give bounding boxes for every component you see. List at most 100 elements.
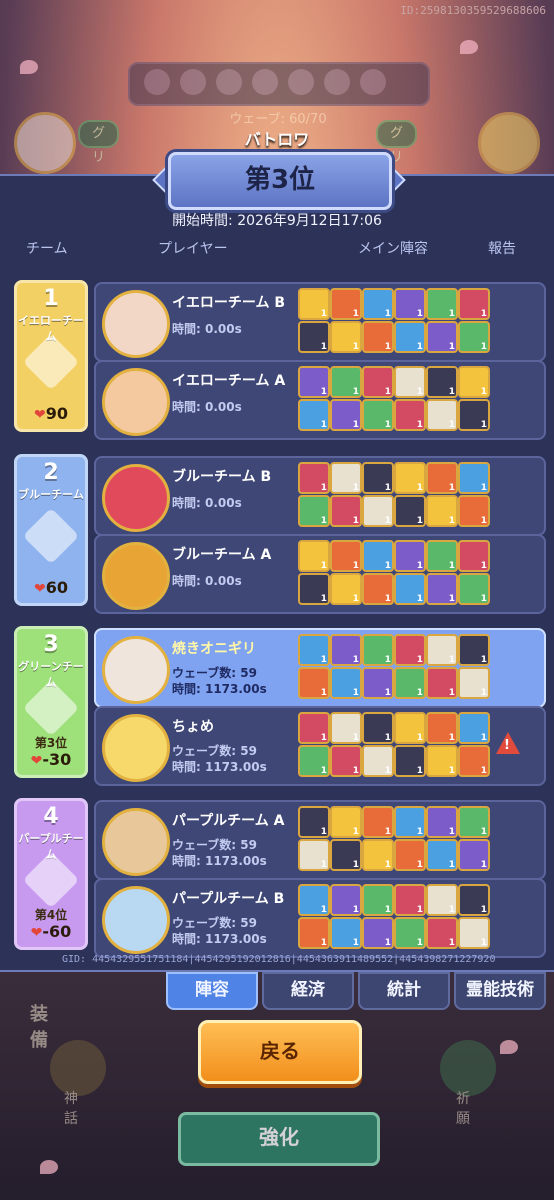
unit-icon[interactable]: 1 [426, 288, 458, 320]
unit-icon[interactable]: 1 [394, 806, 426, 838]
unit-icon[interactable]: 1 [362, 667, 394, 699]
tab-stats[interactable]: 統計 [358, 972, 450, 1010]
unit-icon[interactable]: 1 [426, 806, 458, 838]
unit-icon[interactable]: 1 [362, 288, 394, 320]
unit-icon[interactable]: 1 [298, 288, 330, 320]
unit-icon[interactable]: 1 [362, 366, 394, 398]
unit-icon[interactable]: 1 [362, 839, 394, 871]
unit-icon[interactable]: 1 [330, 288, 362, 320]
unit-icon[interactable]: 1 [298, 745, 330, 777]
unit-icon[interactable]: 1 [394, 321, 426, 353]
unit-icon[interactable]: 1 [394, 462, 426, 494]
unit-icon[interactable]: 1 [458, 839, 490, 871]
unit-icon[interactable]: 1 [458, 806, 490, 838]
unit-icon[interactable]: 1 [298, 540, 330, 572]
player-row[interactable]: ブルーチーム A 時間: 0.00s 1 1 1 1 1 1 1 1 1 1 1 1 [94, 534, 546, 614]
unit-icon[interactable]: 1 [394, 366, 426, 398]
unit-icon[interactable]: 1 [298, 399, 330, 431]
unit-icon[interactable]: 1 [426, 540, 458, 572]
tab-psychic-tech[interactable]: 霊能技術 [454, 972, 546, 1010]
unit-icon[interactable]: 1 [458, 495, 490, 527]
player-row[interactable]: 焼きオニギリ ウェーブ数: 59 時間: 1173.00s 1 1 1 1 1 1 1 1 1 1 1 1 [94, 628, 546, 708]
unit-icon[interactable]: 1 [298, 321, 330, 353]
unit-icon[interactable]: 1 [362, 540, 394, 572]
unit-icon[interactable]: 1 [298, 806, 330, 838]
unit-icon[interactable]: 1 [394, 288, 426, 320]
unit-icon[interactable]: 1 [298, 917, 330, 949]
tab-economy[interactable]: 経済 [262, 972, 354, 1010]
player-row[interactable]: ちょめ ウェーブ数: 59 時間: 1173.00s 1 1 1 1 1 1 1 1 1 1 1 1! [94, 706, 546, 786]
unit-icon[interactable]: 1 [362, 806, 394, 838]
tab-lineup[interactable]: 陣容 [166, 972, 258, 1010]
back-button[interactable]: 戻る [198, 1020, 362, 1084]
unit-icon[interactable]: 1 [394, 573, 426, 605]
unit-icon[interactable]: 1 [298, 634, 330, 666]
unit-icon[interactable]: 1 [330, 495, 362, 527]
unit-icon[interactable]: 1 [458, 366, 490, 398]
unit-icon[interactable]: 1 [394, 399, 426, 431]
unit-icon[interactable]: 1 [362, 745, 394, 777]
unit-icon[interactable]: 1 [458, 917, 490, 949]
unit-icon[interactable]: 1 [426, 399, 458, 431]
unit-icon[interactable]: 1 [362, 884, 394, 916]
unit-icon[interactable]: 1 [330, 462, 362, 494]
unit-icon[interactable]: 1 [426, 712, 458, 744]
unit-icon[interactable]: 1 [330, 839, 362, 871]
unit-icon[interactable]: 1 [426, 366, 458, 398]
unit-icon[interactable]: 1 [330, 884, 362, 916]
unit-icon[interactable]: 1 [330, 917, 362, 949]
unit-icon[interactable]: 1 [330, 667, 362, 699]
unit-icon[interactable]: 1 [362, 321, 394, 353]
unit-icon[interactable]: 1 [330, 806, 362, 838]
unit-icon[interactable]: 1 [426, 321, 458, 353]
unit-icon[interactable]: 1 [330, 573, 362, 605]
unit-icon[interactable]: 1 [458, 884, 490, 916]
player-row[interactable]: イエローチーム B 時間: 0.00s 1 1 1 1 1 1 1 1 1 1 1 1 [94, 282, 546, 362]
unit-icon[interactable]: 1 [330, 634, 362, 666]
unit-icon[interactable]: 1 [426, 884, 458, 916]
unit-icon[interactable]: 1 [330, 399, 362, 431]
unit-icon[interactable]: 1 [298, 712, 330, 744]
unit-icon[interactable]: 1 [298, 839, 330, 871]
unit-icon[interactable]: 1 [426, 839, 458, 871]
unit-icon[interactable]: 1 [426, 495, 458, 527]
player-row[interactable]: パープルチーム B ウェーブ数: 59 時間: 1173.00s 1 1 1 1 1 1 1 1 1 1… [94, 878, 546, 958]
unit-icon[interactable]: 1 [362, 573, 394, 605]
unit-icon[interactable]: 1 [394, 712, 426, 744]
unit-icon[interactable]: 1 [426, 462, 458, 494]
unit-icon[interactable]: 1 [426, 573, 458, 605]
unit-icon[interactable]: 1 [394, 634, 426, 666]
unit-icon[interactable]: 1 [458, 288, 490, 320]
unit-icon[interactable]: 1 [298, 495, 330, 527]
unit-icon[interactable]: 1 [394, 745, 426, 777]
unit-icon[interactable]: 1 [426, 745, 458, 777]
unit-icon[interactable]: 1 [298, 667, 330, 699]
unit-icon[interactable]: 1 [458, 540, 490, 572]
unit-icon[interactable]: 1 [458, 667, 490, 699]
unit-icon[interactable]: 1 [362, 462, 394, 494]
unit-icon[interactable]: 1 [458, 321, 490, 353]
unit-icon[interactable]: 1 [298, 462, 330, 494]
unit-icon[interactable]: 1 [298, 366, 330, 398]
unit-icon[interactable]: 1 [330, 366, 362, 398]
unit-icon[interactable]: 1 [394, 884, 426, 916]
unit-icon[interactable]: 1 [330, 540, 362, 572]
unit-icon[interactable]: 1 [458, 573, 490, 605]
unit-icon[interactable]: 1 [298, 573, 330, 605]
unit-icon[interactable]: 1 [298, 884, 330, 916]
unit-icon[interactable]: 1 [458, 634, 490, 666]
unit-icon[interactable]: 1 [394, 495, 426, 527]
unit-icon[interactable]: 1 [330, 712, 362, 744]
unit-icon[interactable]: 1 [458, 399, 490, 431]
unit-icon[interactable]: 1 [426, 667, 458, 699]
unit-icon[interactable]: 1 [394, 917, 426, 949]
unit-icon[interactable]: 1 [394, 839, 426, 871]
unit-icon[interactable]: 1 [394, 540, 426, 572]
unit-icon[interactable]: 1 [458, 745, 490, 777]
unit-icon[interactable]: 1 [426, 917, 458, 949]
unit-icon[interactable]: 1 [458, 462, 490, 494]
unit-icon[interactable]: 1 [394, 667, 426, 699]
unit-icon[interactable]: 1 [458, 712, 490, 744]
unit-icon[interactable]: 1 [362, 712, 394, 744]
unit-icon[interactable]: 1 [362, 634, 394, 666]
